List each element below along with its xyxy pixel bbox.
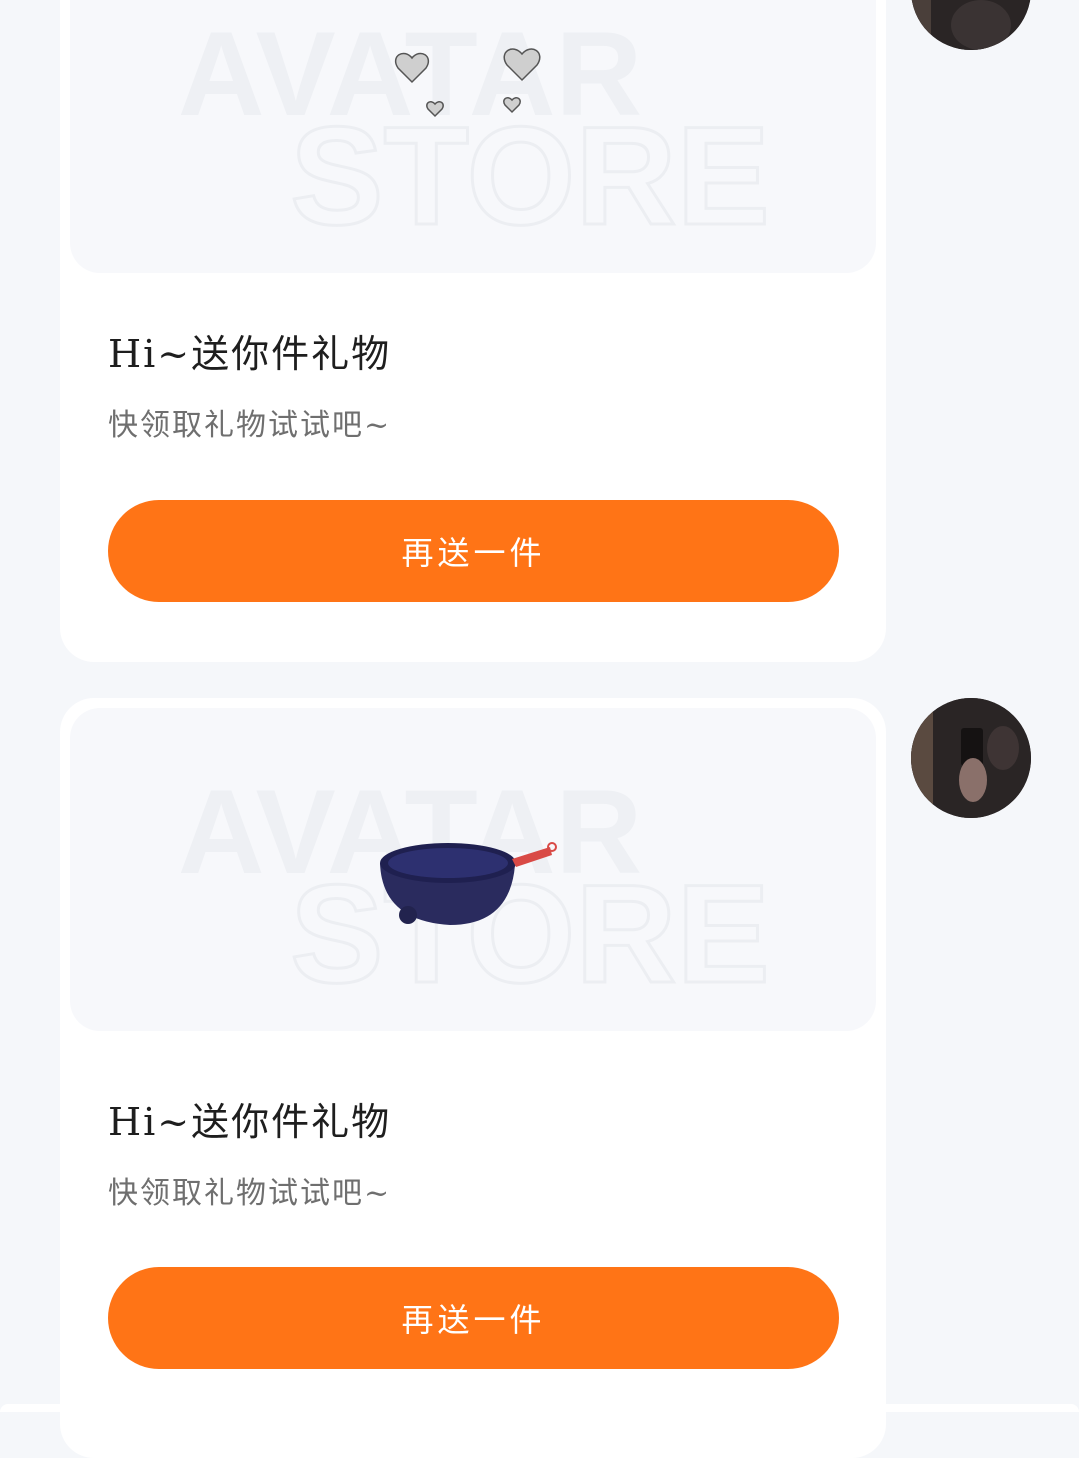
floating-hearts-icon — [394, 48, 541, 118]
message-title: Hi~送你件礼物 — [108, 332, 392, 376]
avatar-photo — [911, 0, 1031, 50]
message-subtitle: 快领取礼物试试吧~ — [108, 1176, 392, 1211]
avatar-photo — [911, 698, 1031, 818]
gift-preview: AVATAR STORE — [70, 0, 876, 273]
send-again-button[interactable]: 再送一件 — [108, 1267, 839, 1369]
gift-preview: AVATAR STORE — [70, 708, 876, 1031]
message-subtitle: 快领取礼物试试吧~ — [108, 408, 392, 443]
message-title: Hi~送你件礼物 — [108, 1100, 392, 1144]
avatar[interactable] — [911, 698, 1031, 818]
avatar[interactable] — [911, 0, 1031, 50]
gift-message-card: AVATAR STORE Hi~送你件礼物 快领取礼物试试吧~ 再送一件 — [60, 0, 886, 662]
gift-message-card: AVATAR STORE Hi~送你件礼物 快领取礼物试试吧~ 再送一件 — [60, 698, 886, 1458]
bottom-bar — [0, 1404, 1079, 1412]
wok-pan-icon — [380, 842, 557, 925]
send-again-button[interactable]: 再送一件 — [108, 500, 839, 602]
